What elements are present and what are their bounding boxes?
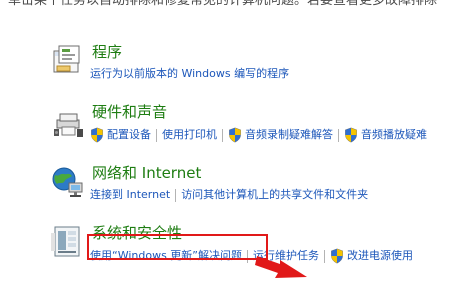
shield-icon xyxy=(91,127,103,143)
system-links: 使用“Windows 更新”解决问题 运行维护任务 改进电源使用 xyxy=(90,247,413,265)
intro-text: 单击某个任务以自动排除和修复常见的计算机问题。若要查看更多故障排除 xyxy=(8,0,438,8)
connect-internet-link[interactable]: 连接到 Internet xyxy=(90,187,170,203)
audio-playback-troubleshoot-link[interactable]: 音频播放疑难 xyxy=(344,126,427,144)
link-separator xyxy=(156,128,157,142)
category-title-system-security[interactable]: 系统和安全性 xyxy=(92,224,182,242)
category-hardware-sound: 硬件和声音 配置设备 使用打印机 音频录制疑难解答 音频播放疑难 xyxy=(50,103,470,159)
programs-links: 运行为以前版本的 Windows 编写的程序 xyxy=(90,66,289,82)
category-network: 网络和 Internet 连接到 Internet 访问其他计算机上的共享文件和… xyxy=(50,164,470,220)
improve-power-usage-label: 改进电源使用 xyxy=(347,249,413,262)
audio-recording-troubleshoot-label: 音频录制疑难解答 xyxy=(245,128,333,141)
category-title-programs[interactable]: 程序 xyxy=(92,43,122,61)
troubleshooting-window: 单击某个任务以自动排除和修复常见的计算机问题。若要查看更多故障排除 程序 运行为… xyxy=(0,0,473,281)
run-maintenance-link[interactable]: 运行维护任务 xyxy=(253,248,319,264)
hardware-links: 配置设备 使用打印机 音频录制疑难解答 音频播放疑难 xyxy=(90,126,427,144)
link-separator xyxy=(175,188,177,202)
category-title-network[interactable]: 网络和 Internet xyxy=(92,164,201,182)
link-separator xyxy=(247,249,248,263)
run-old-windows-programs-link[interactable]: 运行为以前版本的 Windows 编写的程序 xyxy=(90,66,289,82)
category-system-security: 系统和安全性 使用“Windows 更新”解决问题 运行维护任务 改进电源使用 xyxy=(50,224,470,280)
category-programs: 程序 运行为以前版本的 Windows 编写的程序 xyxy=(50,43,470,99)
shared-files-link[interactable]: 访问其他计算机上的共享文件和文件夹 xyxy=(181,187,368,203)
configure-device-label: 配置设备 xyxy=(107,128,151,141)
link-separator xyxy=(338,128,339,142)
audio-playback-troubleshoot-label: 音频播放疑难 xyxy=(361,128,427,141)
shield-icon xyxy=(331,248,343,264)
shield-icon xyxy=(229,127,241,143)
link-separator xyxy=(222,128,223,142)
network-icon[interactable] xyxy=(50,164,86,200)
network-links: 连接到 Internet 访问其他计算机上的共享文件和文件夹 xyxy=(90,187,368,203)
link-separator xyxy=(324,249,325,263)
windows-update-troubleshoot-link[interactable]: 使用“Windows 更新”解决问题 xyxy=(90,248,242,264)
hardware-sound-icon[interactable] xyxy=(50,103,86,139)
shield-icon xyxy=(345,127,357,143)
improve-power-usage-link[interactable]: 改进电源使用 xyxy=(330,247,413,265)
use-printer-link[interactable]: 使用打印机 xyxy=(162,127,217,143)
configure-device-link[interactable]: 配置设备 xyxy=(90,126,151,144)
programs-icon[interactable] xyxy=(50,43,86,79)
system-security-icon[interactable] xyxy=(50,224,86,260)
audio-recording-troubleshoot-link[interactable]: 音频录制疑难解答 xyxy=(228,126,333,144)
category-title-hardware-sound[interactable]: 硬件和声音 xyxy=(92,103,167,121)
